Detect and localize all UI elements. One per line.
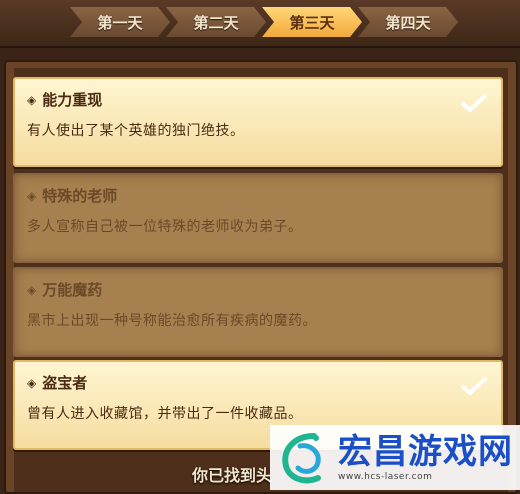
diamond-icon: ◈ <box>27 92 37 107</box>
diamond-icon: ◈ <box>27 282 37 297</box>
clue-title-row: ◈ 盗宝者 <box>27 372 489 393</box>
clue-description: 有人使出了某个英雄的独门绝技。 <box>27 123 245 139</box>
checkmark-icon <box>461 377 487 395</box>
dragon-logo-icon <box>282 432 321 483</box>
diamond-icon: ◈ <box>27 375 37 390</box>
clue-title-row: ◈ 能力重现 <box>27 89 489 110</box>
found-clues-text: 你已找到头 <box>192 466 273 485</box>
watermark-url: www.hcs-laser.com <box>338 471 433 482</box>
clue-description: 多人宣称自己被一位特殊的老师收为弟子。 <box>27 219 303 235</box>
clue-title-row: ◈ 特殊的老师 <box>27 185 489 206</box>
tab-day-2[interactable]: 第二天 <box>166 7 266 37</box>
diamond-icon: ◈ <box>27 188 37 203</box>
clue-description: 曾有人进入收藏馆，并带出了一件收藏品。 <box>27 406 303 422</box>
day-tab-bar: 第一天 第二天 第三天 第四天 <box>0 0 520 48</box>
clue-description: 黑市上出现一种号称能治愈所有疾病的魔药。 <box>27 313 317 329</box>
clue-title: 盗宝者 <box>42 374 88 392</box>
clue-card-panacea[interactable]: ◈ 万能魔药 黑市上出现一种号称能治愈所有疾病的魔药。 <box>13 267 503 357</box>
clue-title: 万能魔药 <box>42 281 103 299</box>
site-watermark: 宏昌游戏网 www.hcs-laser.com <box>270 425 520 490</box>
watermark-name: 宏昌游戏网 <box>338 431 513 472</box>
tab-label: 第一天 <box>97 13 143 32</box>
clue-title: 能力重现 <box>42 91 103 109</box>
tab-day-4[interactable]: 第四天 <box>358 7 458 37</box>
tab-label: 第三天 <box>289 13 335 32</box>
tab-day-1[interactable]: 第一天 <box>70 7 170 37</box>
tab-label: 第二天 <box>193 13 239 32</box>
tab-day-3[interactable]: 第三天 <box>262 7 362 37</box>
clue-title: 特殊的老师 <box>42 187 118 205</box>
tab-label: 第四天 <box>385 13 431 32</box>
clue-title-row: ◈ 万能魔药 <box>27 279 489 300</box>
clue-card-ability-reappears[interactable]: ◈ 能力重现 有人使出了某个英雄的独门绝技。 <box>13 77 503 167</box>
clue-card-special-teacher[interactable]: ◈ 特殊的老师 多人宣称自己被一位特殊的老师收为弟子。 <box>13 173 503 263</box>
checkmark-icon <box>461 94 487 112</box>
watermark-text-block: 宏昌游戏网 www.hcs-laser.com <box>338 434 513 482</box>
